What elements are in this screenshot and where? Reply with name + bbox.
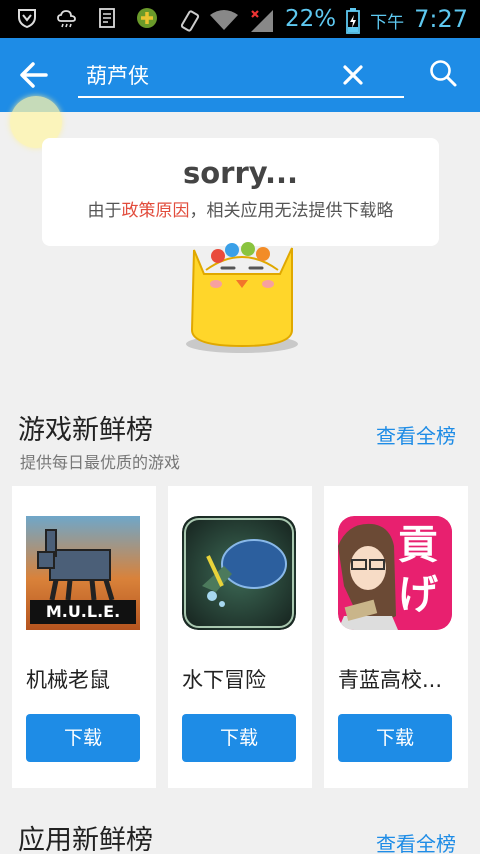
- search-box: [78, 56, 404, 98]
- search-button[interactable]: [428, 58, 458, 88]
- app-icon-underwater: [182, 516, 296, 630]
- download-button-aoi-high[interactable]: 下载: [338, 714, 452, 762]
- notice-title: sorry...: [182, 156, 299, 190]
- app-card-aoi-high[interactable]: 貢げ 青蓝高校... 下载: [324, 486, 468, 788]
- mascot-illustration: [186, 242, 298, 353]
- download-button-mule[interactable]: 下载: [26, 714, 140, 762]
- signal-icon: [249, 8, 275, 32]
- app-badge-icon: [136, 7, 158, 29]
- notice-msg-highlight: 政策原因: [121, 201, 190, 221]
- clock-ampm: 下午: [370, 13, 405, 33]
- search-icon: [430, 60, 457, 87]
- app-card-mule[interactable]: M.U.L.E. 机械老鼠 下载: [12, 486, 156, 788]
- notice-msg-suffix: ，相关应用无法提供下载略: [189, 201, 394, 221]
- app-card-underwater[interactable]: 水下冒险 下载: [168, 486, 312, 788]
- status-bar: 22% 下午 7:27: [0, 0, 480, 38]
- battery-percent: 22%: [284, 5, 337, 32]
- battery-charging-icon: [346, 7, 360, 34]
- shield-icon: [16, 7, 38, 29]
- app-icon-aoi-high-text: 貢げ: [398, 522, 438, 618]
- unavailable-notice: sorry... 由于政策原因，相关应用无法提供下载略: [42, 138, 439, 246]
- document-icon: [96, 7, 118, 29]
- clear-search-button[interactable]: [340, 62, 366, 88]
- clock-time: 7:27: [414, 4, 468, 33]
- app-icon-mule-text: M.U.L.E.: [45, 602, 121, 621]
- search-toolbar: [0, 38, 480, 112]
- app-see-all-link[interactable]: 查看全榜: [376, 828, 456, 854]
- search-input[interactable]: [86, 58, 336, 92]
- app-icon-aoi-high: 貢げ: [338, 516, 452, 630]
- app-name-underwater: 水下冒险: [182, 668, 266, 692]
- arrow-left-icon: [20, 62, 48, 88]
- app-icon-mule: M.U.L.E.: [26, 516, 140, 630]
- download-button-underwater[interactable]: 下载: [182, 714, 296, 762]
- notice-msg-prefix: 由于: [87, 201, 122, 221]
- game-see-all-link[interactable]: 查看全榜: [376, 420, 456, 449]
- notice-message: 由于政策原因，相关应用无法提供下载略: [42, 196, 439, 221]
- back-button[interactable]: [18, 60, 50, 90]
- app-section-title: 应用新鲜榜: [18, 825, 153, 854]
- close-icon: [343, 65, 363, 85]
- app-name-mule: 机械老鼠: [26, 668, 110, 692]
- wifi-icon: [209, 8, 239, 30]
- game-section-subtitle: 提供每日最优质的游戏: [20, 453, 181, 472]
- game-section-title: 游戏新鲜榜: [18, 415, 153, 446]
- vibrate-icon: [177, 8, 200, 32]
- weather-icon: [56, 7, 78, 29]
- app-name-aoi-high: 青蓝高校...: [338, 668, 443, 692]
